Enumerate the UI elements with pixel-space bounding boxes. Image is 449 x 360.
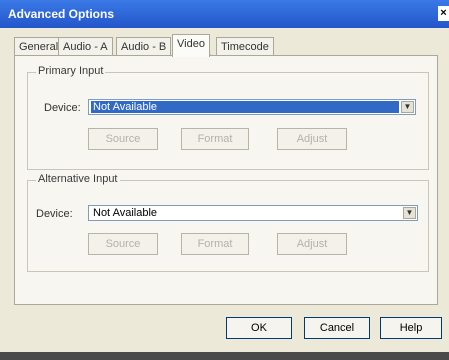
primary-input-group: Primary Input Device: Not Available ▼ So… — [27, 65, 429, 170]
primary-device-select[interactable]: Not Available ▼ — [88, 99, 416, 115]
taskbar-edge — [0, 352, 449, 360]
tab-video[interactable]: Video — [172, 34, 210, 57]
title-bar: Advanced Options × — [0, 0, 449, 28]
primary-adjust-button[interactable]: Adjust — [277, 128, 347, 150]
window-title: Advanced Options — [8, 7, 115, 21]
close-icon[interactable]: × — [438, 6, 449, 21]
chevron-down-icon[interactable]: ▼ — [401, 101, 414, 113]
alternative-device-value: Not Available — [93, 207, 158, 219]
primary-device-value: Not Available — [91, 101, 399, 113]
chevron-down-icon[interactable]: ▼ — [403, 207, 416, 219]
help-button[interactable]: Help — [380, 317, 442, 339]
alternative-device-label: Device: — [36, 208, 73, 220]
tab-timecode[interactable]: Timecode — [216, 37, 274, 56]
alternative-device-select[interactable]: Not Available ▼ — [88, 205, 418, 221]
ok-button[interactable]: OK — [226, 317, 292, 339]
video-tab-panel: Primary Input Device: Not Available ▼ So… — [14, 55, 438, 305]
alternative-input-group: Alternative Input Device: Not Available … — [27, 173, 429, 272]
tab-audio-b[interactable]: Audio - B — [116, 37, 172, 56]
primary-source-button[interactable]: Source — [88, 128, 158, 150]
cancel-button[interactable]: Cancel — [304, 317, 370, 339]
alternative-input-title: Alternative Input — [36, 173, 120, 185]
alternative-source-button[interactable]: Source — [88, 233, 158, 255]
alternative-adjust-button[interactable]: Adjust — [277, 233, 347, 255]
tab-audio-a[interactable]: Audio - A — [58, 37, 113, 56]
primary-input-title: Primary Input — [36, 65, 106, 77]
tab-general[interactable]: General — [14, 37, 64, 56]
primary-device-label: Device: — [44, 102, 81, 114]
alternative-format-button[interactable]: Format — [181, 233, 249, 255]
advanced-options-dialog: Advanced Options × General Audio - A Aud… — [0, 0, 449, 360]
primary-format-button[interactable]: Format — [181, 128, 249, 150]
